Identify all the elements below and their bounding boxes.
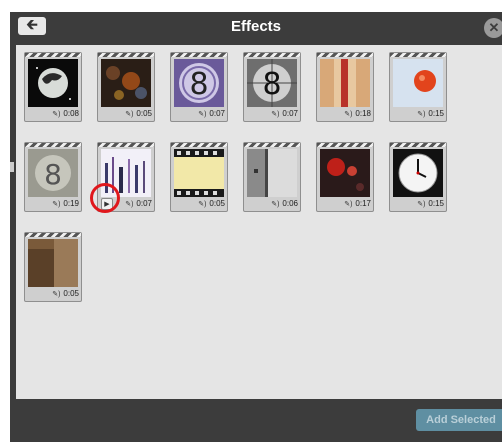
effect-meta: ✎) 0:15 — [390, 198, 444, 209]
effect-card[interactable]: 8 ✎) 0:07 — [170, 52, 228, 122]
sound-muted-icon: ✎) — [344, 200, 353, 208]
effect-meta: ✎) 0:18 — [317, 108, 371, 119]
card-stripe — [25, 233, 81, 237]
close-icon: ✕ — [488, 20, 500, 35]
card-stripe — [171, 143, 227, 147]
effect-duration: 0:07 — [209, 109, 225, 118]
card-stripe — [98, 143, 154, 147]
card-stripe — [390, 53, 446, 57]
effect-card[interactable]: ✎) 0:08 — [24, 52, 82, 122]
effect-thumbnail — [393, 59, 443, 107]
left-edge-tick — [10, 162, 14, 172]
card-stripe — [390, 143, 446, 147]
card-stripe — [317, 143, 373, 147]
effects-dialog: 🡰 Effects ✕ ✎) 0:08 ✎) 0:05 8 ✎) 0:07 8 … — [10, 12, 502, 442]
close-button[interactable]: ✕ — [484, 18, 502, 38]
effect-duration: 0:18 — [355, 109, 371, 118]
svg-text:8: 8 — [44, 158, 62, 191]
effect-thumbnail — [101, 59, 151, 107]
effect-card[interactable]: ✎) 0:05 — [97, 52, 155, 122]
sound-muted-icon: ✎) — [125, 110, 134, 118]
effect-thumbnail — [28, 239, 78, 287]
effect-thumbnail — [28, 59, 78, 107]
effect-thumbnail — [320, 149, 370, 197]
sound-muted-icon: ✎) — [52, 290, 61, 298]
effect-meta: ✎) 0:08 — [25, 108, 79, 119]
effect-duration: 0:15 — [428, 199, 444, 208]
sound-muted-icon: ✎) — [52, 200, 61, 208]
effect-card[interactable]: 8 ✎) 0:07 — [243, 52, 301, 122]
effect-card[interactable]: ✎) 0:15 — [389, 142, 447, 212]
card-stripe — [98, 53, 154, 57]
dialog-footer: Add Selected — [10, 399, 502, 442]
effect-thumbnail — [247, 149, 297, 197]
effect-duration: 0:08 — [63, 109, 79, 118]
effect-duration: 0:15 — [428, 109, 444, 118]
effect-thumbnail — [101, 149, 151, 197]
effect-thumbnail — [320, 59, 370, 107]
sound-muted-icon: ✎) — [198, 200, 207, 208]
effect-duration: 0:19 — [63, 199, 79, 208]
sound-muted-icon: ✎) — [344, 110, 353, 118]
effect-meta: ✎) 0:07 — [244, 108, 298, 119]
add-selected-button[interactable]: Add Selected — [416, 409, 502, 431]
card-stripe — [25, 53, 81, 57]
effect-card[interactable]: ✎) 0:05 — [24, 232, 82, 302]
effect-duration: 0:07 — [136, 199, 152, 208]
effect-card[interactable]: ✎) 0:18 — [316, 52, 374, 122]
effect-meta: ✎) 0:07 — [98, 198, 152, 209]
effect-thumbnail — [393, 149, 443, 197]
effect-duration: 0:05 — [136, 109, 152, 118]
effect-duration: 0:05 — [63, 289, 79, 298]
effect-card[interactable]: ✎) 0:05 — [170, 142, 228, 212]
effect-thumbnail: 8 — [247, 59, 297, 107]
sound-muted-icon: ✎) — [417, 200, 426, 208]
effect-card[interactable]: ✎) 0:15 — [389, 52, 447, 122]
card-stripe — [25, 143, 81, 147]
card-stripe — [244, 143, 300, 147]
sound-muted-icon: ✎) — [125, 200, 134, 208]
svg-text:8: 8 — [262, 67, 281, 102]
effect-duration: 0:06 — [282, 199, 298, 208]
sound-muted-icon: ✎) — [271, 200, 280, 208]
card-stripe — [317, 53, 373, 57]
effect-duration: 0:05 — [209, 199, 225, 208]
dialog-title: Effects — [230, 18, 282, 35]
effect-duration: 0:07 — [282, 109, 298, 118]
effect-thumbnail: 8 — [174, 59, 224, 107]
effect-card[interactable]: 8 ✎) 0:19 — [24, 142, 82, 212]
effect-duration: 0:17 — [355, 199, 371, 208]
effect-meta: ✎) 0:19 — [25, 198, 79, 209]
effect-meta: ✎) 0:05 — [25, 288, 79, 299]
effect-meta: ✎) 0:07 — [171, 108, 225, 119]
effect-card[interactable]: ✎) 0:17 — [316, 142, 374, 212]
effect-meta: ✎) 0:15 — [390, 108, 444, 119]
sound-muted-icon: ✎) — [417, 110, 426, 118]
effect-meta: ✎) 0:06 — [244, 198, 298, 209]
effect-card[interactable]: ▶ ✎) 0:07 — [90, 142, 155, 213]
dialog-header: 🡰 Effects ✕ — [10, 12, 502, 44]
effect-meta: ✎) 0:17 — [317, 198, 371, 209]
sound-muted-icon: ✎) — [52, 110, 61, 118]
effects-grid: ✎) 0:08 ✎) 0:05 8 ✎) 0:07 8 ✎) 0:07 ✎) 0… — [16, 45, 502, 399]
effect-thumbnail — [174, 149, 224, 197]
card-stripe — [244, 53, 300, 57]
effect-meta: ✎) 0:05 — [171, 198, 225, 209]
svg-text:8: 8 — [189, 67, 208, 102]
effect-thumbnail: 8 — [28, 149, 78, 197]
effect-card[interactable]: ✎) 0:06 — [243, 142, 301, 212]
sound-muted-icon: ✎) — [271, 110, 280, 118]
card-stripe — [171, 53, 227, 57]
effect-meta: ✎) 0:05 — [98, 108, 152, 119]
sound-muted-icon: ✎) — [198, 110, 207, 118]
